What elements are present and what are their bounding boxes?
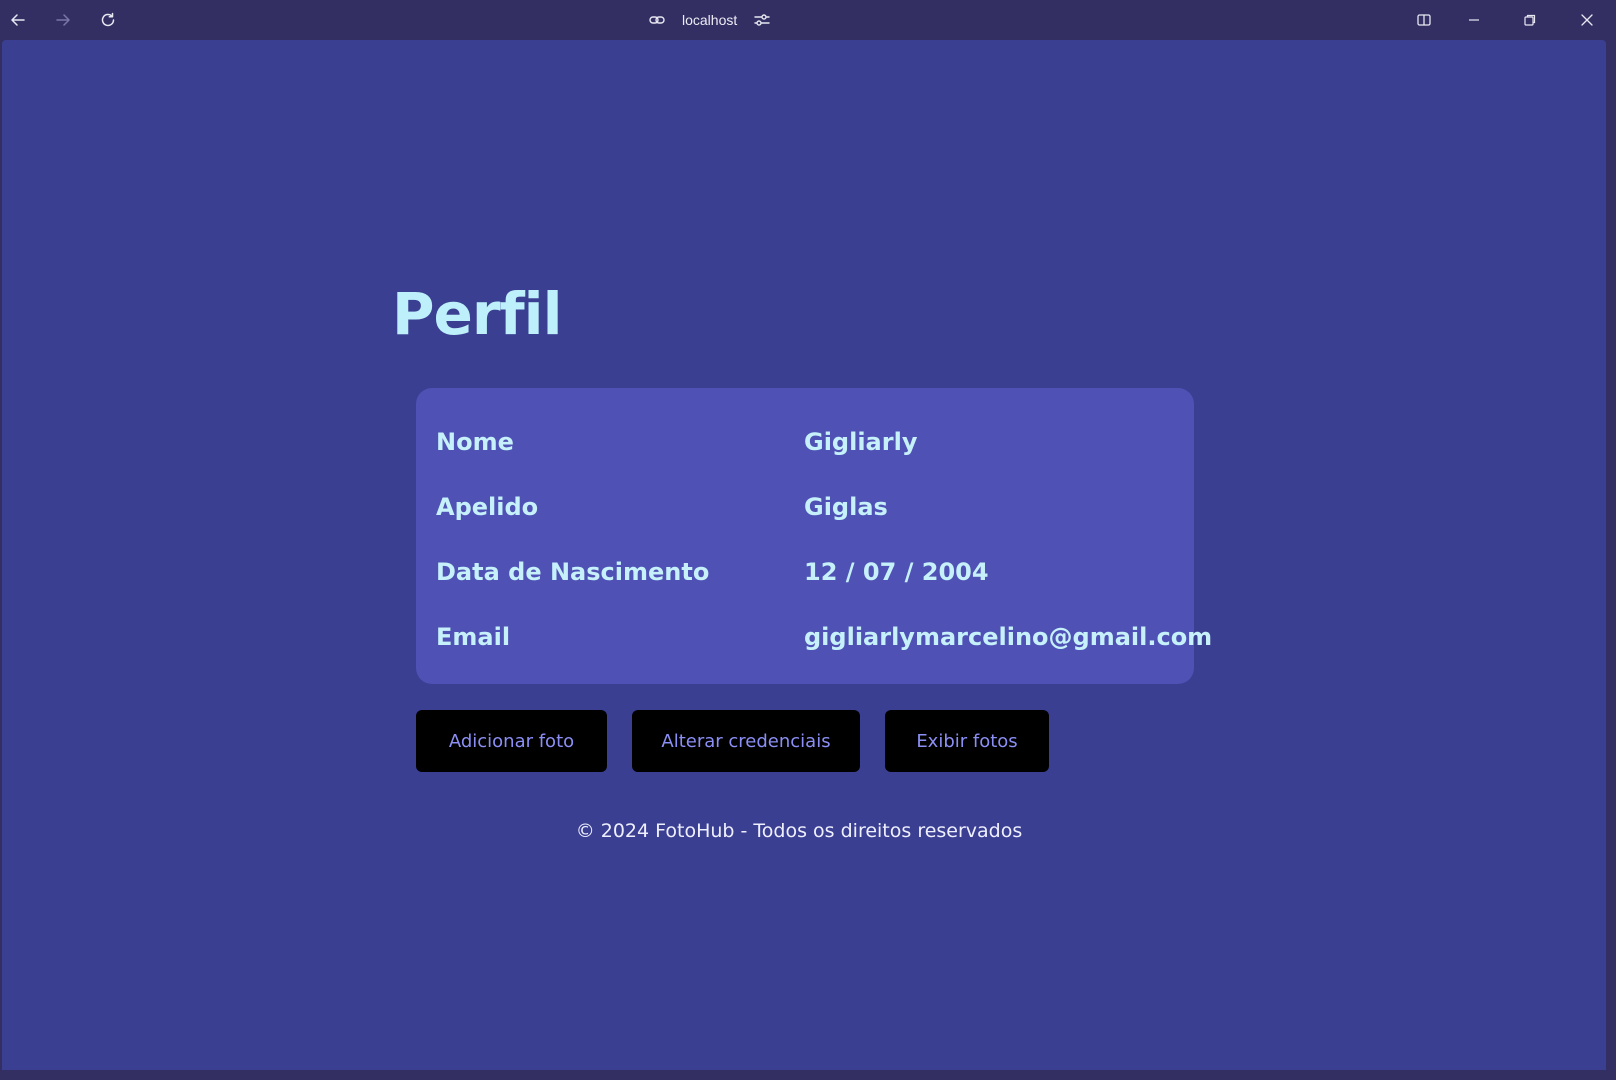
address-bar[interactable]: localhost [648,8,771,32]
page-title: Perfil [392,280,562,348]
arrow-left-icon [11,14,25,26]
restore-button[interactable] [1516,6,1544,34]
profile-label: Email [436,623,511,651]
reload-icon [101,12,115,27]
minimize-icon [1469,19,1479,21]
profile-row-birthdate: Data de Nascimento 12 / 07 / 2004 [416,552,1194,592]
profile-value: Giglas [804,493,888,521]
profile-label: Data de Nascimento [436,558,710,586]
close-icon [1581,14,1593,26]
change-credentials-button[interactable]: Alterar credenciais [632,710,860,772]
profile-row-email: Email gigliarlymarcelino@gmail.com [416,617,1212,657]
profile-value: 12 / 07 / 2004 [804,558,989,586]
browser-window: localhost Perfil Nome Gigliarly Apelido … [0,0,1616,1080]
link-icon [649,16,665,24]
profile-value: gigliarlymarcelino@gmail.com [804,623,1213,651]
arrow-right-icon [56,14,70,26]
show-photos-button[interactable]: Exibir fotos [885,710,1049,772]
close-window-button[interactable] [1573,6,1601,34]
split-view-button[interactable] [1410,6,1438,34]
sliders-icon[interactable] [753,11,771,29]
profile-row-name: Nome Gigliarly [416,422,1194,462]
reload-button[interactable] [94,6,122,34]
minimize-button[interactable] [1460,6,1488,34]
url-text[interactable]: localhost [682,12,737,28]
split-view-icon [1417,14,1431,26]
page-viewport: Perfil Nome Gigliarly Apelido Giglas Dat… [2,40,1606,1070]
browser-toolbar: localhost [0,0,1616,40]
page-footer: © 2024 FotoHub - Todos os direitos reser… [2,820,1606,842]
forward-button[interactable] [49,6,77,34]
profile-value: Gigliarly [804,428,918,456]
profile-label: Apelido [436,493,539,521]
back-button[interactable] [4,6,32,34]
footer-text: © 2024 FotoHub - Todos os direitos reser… [575,820,1023,842]
profile-label: Nome [436,428,514,456]
add-photo-button[interactable]: Adicionar foto [416,710,607,772]
restore-icon [1524,14,1536,26]
profile-card: Nome Gigliarly Apelido Giglas Data de Na… [416,388,1212,684]
profile-row-nickname: Apelido Giglas [416,487,1194,527]
